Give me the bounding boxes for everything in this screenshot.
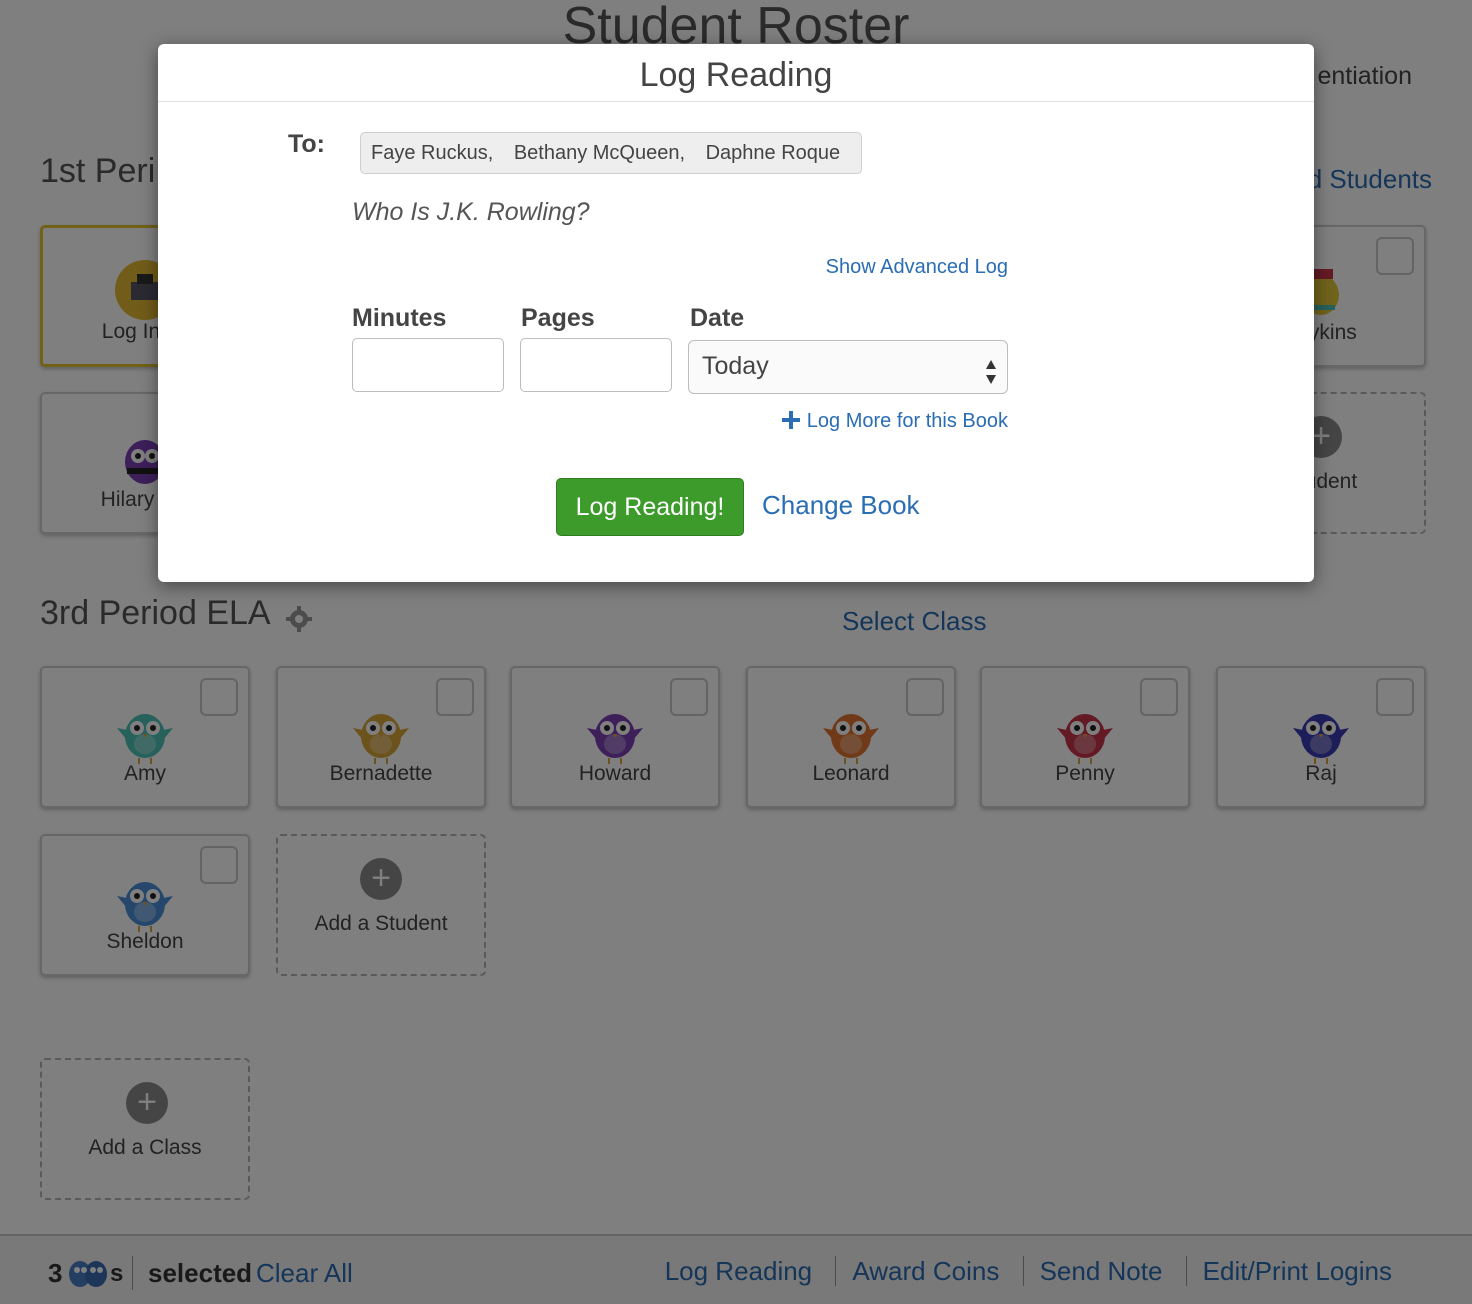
minutes-label: Minutes bbox=[352, 304, 447, 332]
recipient-chip: Daphne Roque bbox=[705, 142, 841, 164]
date-label: Date bbox=[690, 304, 745, 332]
plus-icon bbox=[781, 410, 801, 430]
log-reading-modal: Log Reading To: Faye Ruckus, Bethany McQ… bbox=[158, 44, 1314, 582]
modal-title: Log Reading bbox=[158, 44, 1314, 102]
recipients-field: Faye Ruckus, Bethany McQueen, Daphne Roq… bbox=[360, 132, 862, 174]
date-select-value: Today bbox=[702, 352, 769, 380]
pages-input[interactable] bbox=[520, 338, 672, 392]
show-advanced-log-link[interactable]: Show Advanced Log bbox=[826, 256, 1008, 279]
pages-label: Pages bbox=[521, 304, 595, 332]
recipient-chip: Bethany McQueen, bbox=[513, 142, 686, 164]
log-more-label: Log More for this Book bbox=[806, 410, 1008, 432]
to-label: To: bbox=[288, 130, 326, 158]
log-reading-button[interactable]: Log Reading! bbox=[556, 478, 744, 536]
minutes-input[interactable] bbox=[352, 338, 504, 392]
log-more-link[interactable]: Log More for this Book bbox=[781, 410, 1008, 433]
recipient-chip: Faye Ruckus, bbox=[371, 142, 494, 164]
date-select[interactable]: Today bbox=[688, 340, 1008, 394]
select-arrows-icon bbox=[985, 353, 997, 384]
change-book-link[interactable]: Change Book bbox=[762, 490, 920, 521]
book-title: Who Is J.K. Rowling? bbox=[352, 198, 590, 226]
